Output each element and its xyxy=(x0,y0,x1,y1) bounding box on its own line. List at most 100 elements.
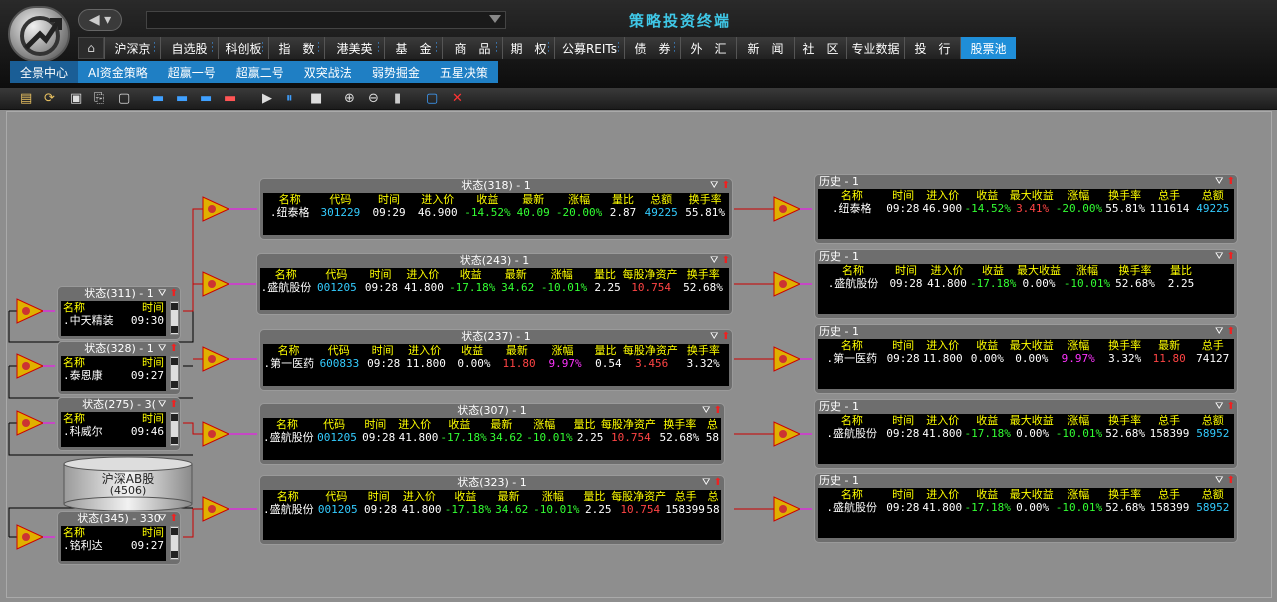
nav-item[interactable]: 指 数 · · · xyxy=(268,37,324,59)
scrollbar[interactable] xyxy=(170,356,179,390)
nav-item[interactable]: 公募REITs · · · xyxy=(554,37,624,59)
nav-item[interactable]: 基 金 · · · xyxy=(384,37,442,59)
filter-icon[interactable]: ⛛ xyxy=(1215,251,1223,262)
nav-item[interactable]: 债 券 · · · xyxy=(624,37,680,59)
filter-icon[interactable]: ⛛ xyxy=(158,343,166,354)
table-row[interactable]: .科威尔 09:46 xyxy=(61,425,166,438)
refresh-folder-icon[interactable]: ⟳ xyxy=(44,91,60,107)
scroll-down-icon[interactable] xyxy=(171,437,178,444)
scroll-down-icon[interactable] xyxy=(171,381,178,388)
strategy-panel-row[interactable]: .纽泰格 301229 09:29 46.900 -14.52% 40.09 -20.00%… xyxy=(263,206,729,219)
table-row[interactable]: .铭利达 09:27 xyxy=(61,539,166,552)
align-bottom-icon[interactable]: ▬ xyxy=(200,91,216,107)
strategy-panel-row[interactable]: .盛航股份 001205 09:28 41.800 -17.18% 34.62 -10.01… xyxy=(260,281,729,294)
history-panel-table[interactable]: 名称 时间 进入价 收益 最大收益 涨幅 换手率 总手 总额 .盛航股份 09:28 41.800 -1… xyxy=(818,488,1234,538)
nav-item[interactable]: 期 权 · · · xyxy=(502,37,554,59)
history-panel[interactable]: 历史 - 1 ⛛ ⬆ 名称 时间 进入价 收益 最大收益 涨幅 换手率 总手 总额 .盛航股份 09:2… xyxy=(814,399,1238,469)
arrow-up-icon[interactable]: ⬆ xyxy=(714,405,722,416)
trigger-node[interactable] xyxy=(773,496,802,522)
panel-table[interactable]: 名称 时间 .泰恩康 09:27 xyxy=(61,356,166,391)
arrow-up-icon[interactable]: ⬆ xyxy=(1227,401,1235,412)
scroll-up-icon[interactable] xyxy=(171,303,178,310)
filter-icon[interactable]: ⛛ xyxy=(1215,326,1223,337)
filter-icon[interactable]: ⛛ xyxy=(1215,176,1223,187)
subnav-tab[interactable]: AI资金策略 xyxy=(78,61,158,83)
history-panel[interactable]: 历史 - 1 ⛛ ⬆ 名称 时间 进入价 收益 最大收益 涨幅 换手率 最新 总手 .第一医药 09:2… xyxy=(814,324,1238,394)
subnav-tab[interactable]: 双突战法 xyxy=(294,61,362,83)
pause-icon[interactable]: ⏸ xyxy=(286,91,302,107)
trigger-node[interactable] xyxy=(202,271,231,297)
nav-item[interactable]: 新 闻 xyxy=(736,37,794,59)
strategy-panel-table[interactable]: 名称 代码 时间 进入价 收益 最新 涨幅 量比 总额 换手率 .纽泰格 301229 09:29 46.… xyxy=(263,193,729,235)
panel-table[interactable]: 名称 时间 .科威尔 09:46 xyxy=(61,412,166,447)
stock-status-panel[interactable]: 状态(311) - 1 ⛛ ⬆ 名称 时间 .中天精装 09:30 xyxy=(57,286,181,340)
stock-status-panel[interactable]: 状态(328) - 1 ⛛ ⬆ 名称 时间 .泰恩康 09:27 xyxy=(57,341,181,395)
nav-item[interactable]: 商 品 · · · xyxy=(442,37,502,59)
scroll-down-icon[interactable] xyxy=(171,551,178,558)
filter-icon[interactable]: ⛛ xyxy=(710,331,718,342)
subnav-tab[interactable]: 超赢一号 xyxy=(158,61,226,83)
panel-controls[interactable]: ⛛ ⬆ xyxy=(158,398,178,412)
filter-icon[interactable]: ⛛ xyxy=(710,255,718,266)
arrow-up-icon[interactable]: ⬆ xyxy=(722,331,730,342)
panel-controls[interactable]: ⛛ ⬆ xyxy=(158,512,178,526)
zoom-in-icon[interactable]: ⊕ xyxy=(344,91,360,107)
trigger-node[interactable] xyxy=(202,496,231,522)
strategy-panel[interactable]: 状态(237) - 1 ⛛ ⬆ 名称 代码 时间 进入价 收益 最新 涨幅 量比 每股净资产 换手率.… xyxy=(259,329,733,391)
scrollbar[interactable] xyxy=(170,526,179,560)
app-logo[interactable] xyxy=(8,6,70,62)
trigger-node[interactable] xyxy=(16,353,45,379)
scroll-up-icon[interactable] xyxy=(171,528,178,535)
nav-item[interactable]: 社 区 xyxy=(794,37,846,59)
history-panel[interactable]: 历史 - 1 ⛛ ⬆ 名称 时间 进入价 收益 最大收益 涨幅 换手率 总手 总额 .盛航股份 09:2… xyxy=(814,473,1238,543)
scroll-up-icon[interactable] xyxy=(171,358,178,365)
arrow-up-icon[interactable]: ⬆ xyxy=(170,513,178,524)
strategy-panel-controls[interactable]: ⛛ ⬆ xyxy=(710,330,730,344)
arrow-up-icon[interactable]: ⬆ xyxy=(1227,326,1235,337)
history-panel-controls[interactable]: ⛛ ⬆ xyxy=(1215,474,1235,488)
strategy-panel-controls[interactable]: ⛛ ⬆ xyxy=(710,254,730,268)
save-icon[interactable]: ▣ xyxy=(70,91,86,107)
strategy-panel-table[interactable]: 名称 代码 时间 进入价 收益 最新 涨幅 量比 每股净资产 换手率总 .盛航股份 001205 09:… xyxy=(263,418,721,460)
history-panel-row[interactable]: .盛航股份 09:28 41.800 -17.18% 0.00% -10.01% 52.68… xyxy=(818,277,1234,290)
strategy-panel-controls[interactable]: ⛛ ⬆ xyxy=(710,179,730,193)
history-panel-row[interactable]: .纽泰格 09:28 46.900 -14.52% 3.41% -20.00% 55.81%… xyxy=(818,202,1234,215)
history-panel-table[interactable]: 名称 时间 进入价 收益 最大收益 涨幅 换手率 量比 .盛航股份 09:28 41.800 -17.… xyxy=(818,264,1234,314)
nav-item[interactable]: 自选股 · · · xyxy=(160,37,218,59)
open-folder-icon[interactable]: ▤ xyxy=(20,91,36,107)
panel-controls[interactable]: ⛛ ⬆ xyxy=(158,342,178,356)
stop-icon[interactable]: ■ xyxy=(310,91,326,107)
stock-status-panel[interactable]: 状态(275) - 3(⛛ ⬆ 名称 时间 .科威尔 09:46 xyxy=(57,397,181,451)
strategy-canvas[interactable]: 沪深AB股 (4506) 状态(311) - 1 ⛛ ⬆ 名称 时间 .中天精装 09:3… xyxy=(6,111,1272,598)
arrow-up-icon[interactable]: ⬆ xyxy=(722,180,730,191)
nav-item[interactable]: 科创板 · · · xyxy=(218,37,268,59)
history-panel-row[interactable]: .盛航股份 09:28 41.800 -17.18% 0.00% -10.01% 52.68… xyxy=(818,427,1234,440)
window-icon[interactable]: ▢ xyxy=(118,91,134,107)
trigger-node[interactable] xyxy=(16,524,45,550)
filter-icon[interactable]: ⛛ xyxy=(1215,475,1223,486)
scrollbar[interactable] xyxy=(170,301,179,335)
trigger-node[interactable] xyxy=(202,421,231,447)
back-button[interactable]: ◀ ▾ xyxy=(78,9,122,31)
strategy-panel[interactable]: 状态(323) - 1 ⛛ ⬆ 名称 代码 时间 进入价 收益 最新 涨幅 量比 每股净资产 总手总.… xyxy=(259,475,725,545)
nav-item[interactable]: 外 汇 xyxy=(680,37,736,59)
filter-icon[interactable]: ⛛ xyxy=(158,513,166,524)
filter-icon[interactable]: ⛛ xyxy=(710,180,718,191)
trigger-node[interactable] xyxy=(773,346,802,372)
nav-item[interactable]: 股票池 xyxy=(960,37,1016,59)
align-left-icon[interactable]: ▬ xyxy=(224,91,240,107)
trigger-node[interactable] xyxy=(16,298,45,324)
strategy-panel-table[interactable]: 名称 代码 时间 进入价 收益 最新 涨幅 量比 每股净资产 总手总 .盛航股份 001205 09:2… xyxy=(263,490,721,540)
export-icon[interactable]: ⎘ xyxy=(94,91,110,107)
history-panel-controls[interactable]: ⛛ ⬆ xyxy=(1215,175,1235,189)
arrow-up-icon[interactable]: ⬆ xyxy=(170,288,178,299)
trigger-node[interactable] xyxy=(16,410,45,436)
filter-icon[interactable]: ⛛ xyxy=(702,405,710,416)
close-icon[interactable]: ✕ xyxy=(452,91,468,107)
arrow-up-icon[interactable]: ⬆ xyxy=(1227,176,1235,187)
strategy-panel-row[interactable]: .第一医药 600833 09:28 11.800 0.00% 11.80 9.97% 0.5… xyxy=(263,357,729,370)
subnav-tab[interactable]: 全景中心 xyxy=(10,61,79,83)
zoom-out-icon[interactable]: ⊖ xyxy=(368,91,384,107)
filter-icon[interactable]: ⛛ xyxy=(158,399,166,410)
trash-icon[interactable]: ▮ xyxy=(394,91,410,107)
